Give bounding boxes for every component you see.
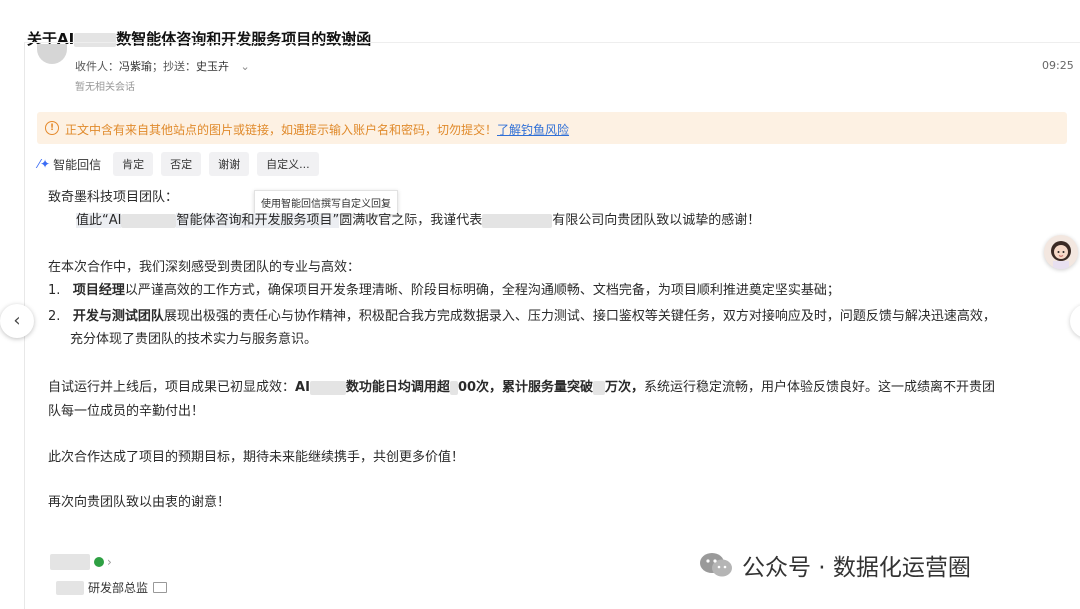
signature-title-line: 研发部总监	[56, 579, 168, 596]
assistant-avatar[interactable]	[1044, 235, 1078, 269]
paragraph-intro: 值此“AI 智能体咨询和开发服务项目”圆满收官之际，我谨代表 有限公司向贵团队致以诚…	[76, 213, 761, 228]
no-related-conversations: 暂无相关会话	[75, 82, 135, 93]
paragraph-cooperation: 在本次合作中，我们深刻感受到贵团队的专业与高效：	[48, 260, 361, 275]
warning-text: 正文中含有来自其他站点的图片或链接，如遇提示输入账户名和密码，切勿提交！	[65, 123, 498, 137]
list-item: 1. 项目经理以严谨高效的工作方式，确保项目开发条理清晰、阶段目标明确，全程沟通…	[48, 283, 840, 298]
smart-reply-label[interactable]: ⁄✦ 智能回信	[38, 156, 101, 173]
paragraph-goal: 此次合作达成了项目的预期目标，期待未来能继续携手，共创更多价值！	[48, 450, 465, 465]
verified-shield-icon	[94, 557, 104, 567]
signature-title: 研发部总监	[88, 581, 149, 595]
phishing-risk-link[interactable]: 了解钓鱼风险	[497, 123, 569, 137]
wechat-icon	[700, 553, 732, 577]
recipient-name[interactable]: 冯紫瑜	[119, 60, 152, 73]
greeting: 致奇墨科技项目团队：	[48, 190, 179, 205]
previous-email-button[interactable]: ‹	[0, 304, 34, 338]
paragraph-results-cont: 队每一位成员的辛勤付出！	[48, 404, 205, 419]
paragraph-thanks: 再次向贵团队致以由衷的谢意！	[48, 495, 231, 510]
cc-name[interactable]: 史玉卉	[196, 60, 229, 73]
chip-custom[interactable]: 自定义...	[257, 152, 319, 176]
signature-name[interactable]: ›	[50, 554, 112, 570]
chevron-right-icon: ›	[107, 555, 112, 569]
phishing-warning-banner: ! 正文中含有来自其他站点的图片或链接，如遇提示输入账户名和密码，切勿提交！了解…	[37, 112, 1067, 144]
sparkle-pen-icon: ⁄✦	[38, 157, 51, 171]
chip-affirm[interactable]: 肯定	[113, 152, 154, 176]
watermark: 公众号 · 数据化运营圈	[698, 548, 971, 582]
paragraph-results: 自试运行并上线后，项目成果已初显成效：AI 数功能日均调用超 00次，累计服务量突破…	[48, 380, 996, 395]
chevron-down-icon[interactable]: ⌄	[241, 60, 250, 73]
list-item: 2. 开发与测试团队展现出极强的责任心与协作精神，积极配合我方完成数据录入、压力…	[48, 309, 996, 324]
chip-deny[interactable]: 否定	[161, 152, 202, 176]
warning-icon: !	[45, 121, 59, 135]
recipients-line: 收件人：冯紫瑜；抄送：史玉卉 ⌄	[75, 60, 250, 73]
email-time: 09:25	[1042, 59, 1074, 72]
list-item-continuation: 充分体现了贵团队的技术实力与服务意识。	[70, 332, 318, 347]
chip-thanks[interactable]: 谢谢	[209, 152, 250, 176]
smart-reply-bar: ⁄✦ 智能回信 肯定 否定 谢谢 自定义...	[38, 152, 327, 176]
id-card-icon	[153, 582, 168, 593]
